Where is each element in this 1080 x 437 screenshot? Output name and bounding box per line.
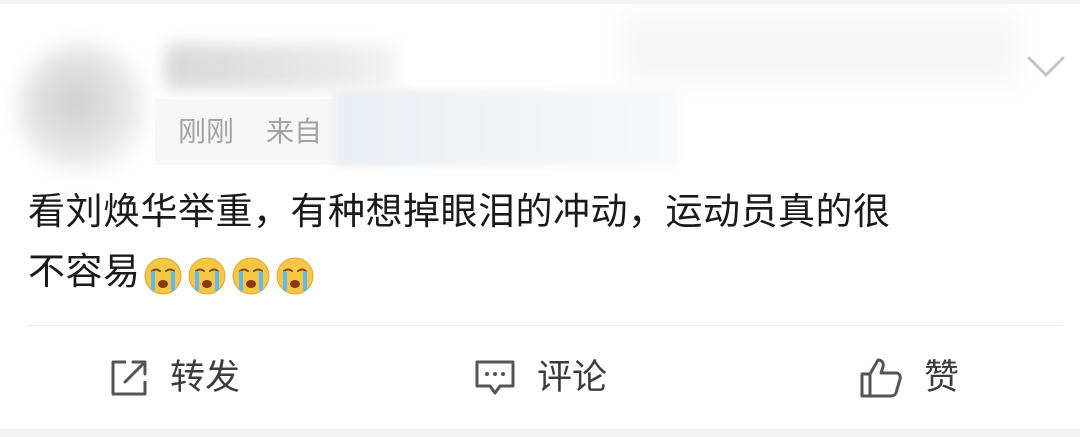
- like-button[interactable]: 赞: [858, 352, 959, 404]
- actions-divider: [28, 325, 1062, 326]
- like-label: 赞: [924, 358, 960, 398]
- post-source-prefix: 来自: [266, 115, 323, 148]
- avatar[interactable]: [18, 44, 146, 172]
- repost-label: 转发: [170, 358, 241, 398]
- cry-emoji-icon: [232, 257, 269, 294]
- comment-label: 评论: [537, 358, 608, 398]
- post-text-line-2-wrapper: 不容易: [28, 242, 1038, 304]
- cry-emoji-icon: [276, 257, 313, 294]
- bottom-separator: [0, 429, 1080, 437]
- share-icon: [111, 360, 147, 396]
- chevron-down-icon[interactable]: [1026, 52, 1066, 82]
- thumbs-up-icon: [860, 358, 902, 398]
- comment-button[interactable]: 评论: [473, 352, 607, 404]
- comment-icon: [475, 360, 515, 395]
- emoji-row: [143, 244, 319, 304]
- cry-emoji-icon: [188, 257, 225, 294]
- blurred-region: [620, 14, 1020, 84]
- repost-button[interactable]: 转发: [108, 352, 240, 404]
- post-content: 看刘焕华举重，有种想掉眼泪的冲动，运动员真的很 不容易: [28, 182, 1038, 304]
- cry-emoji-icon: [144, 257, 181, 294]
- weibo-post-card: 刚刚 来自 看刘焕华举重，有种想掉眼泪的冲动，运动员真的很 不容易 转发 评论 …: [0, 0, 1080, 437]
- post-text-line-1: 看刘焕华举重，有种想掉眼泪的冲动，运动员真的很: [28, 190, 891, 233]
- top-separator: [0, 0, 1080, 4]
- post-source-blurred: [334, 90, 678, 166]
- post-time: 刚刚: [178, 115, 235, 148]
- post-text-line-2: 不容易: [28, 250, 141, 293]
- username-blurred[interactable]: [165, 44, 400, 90]
